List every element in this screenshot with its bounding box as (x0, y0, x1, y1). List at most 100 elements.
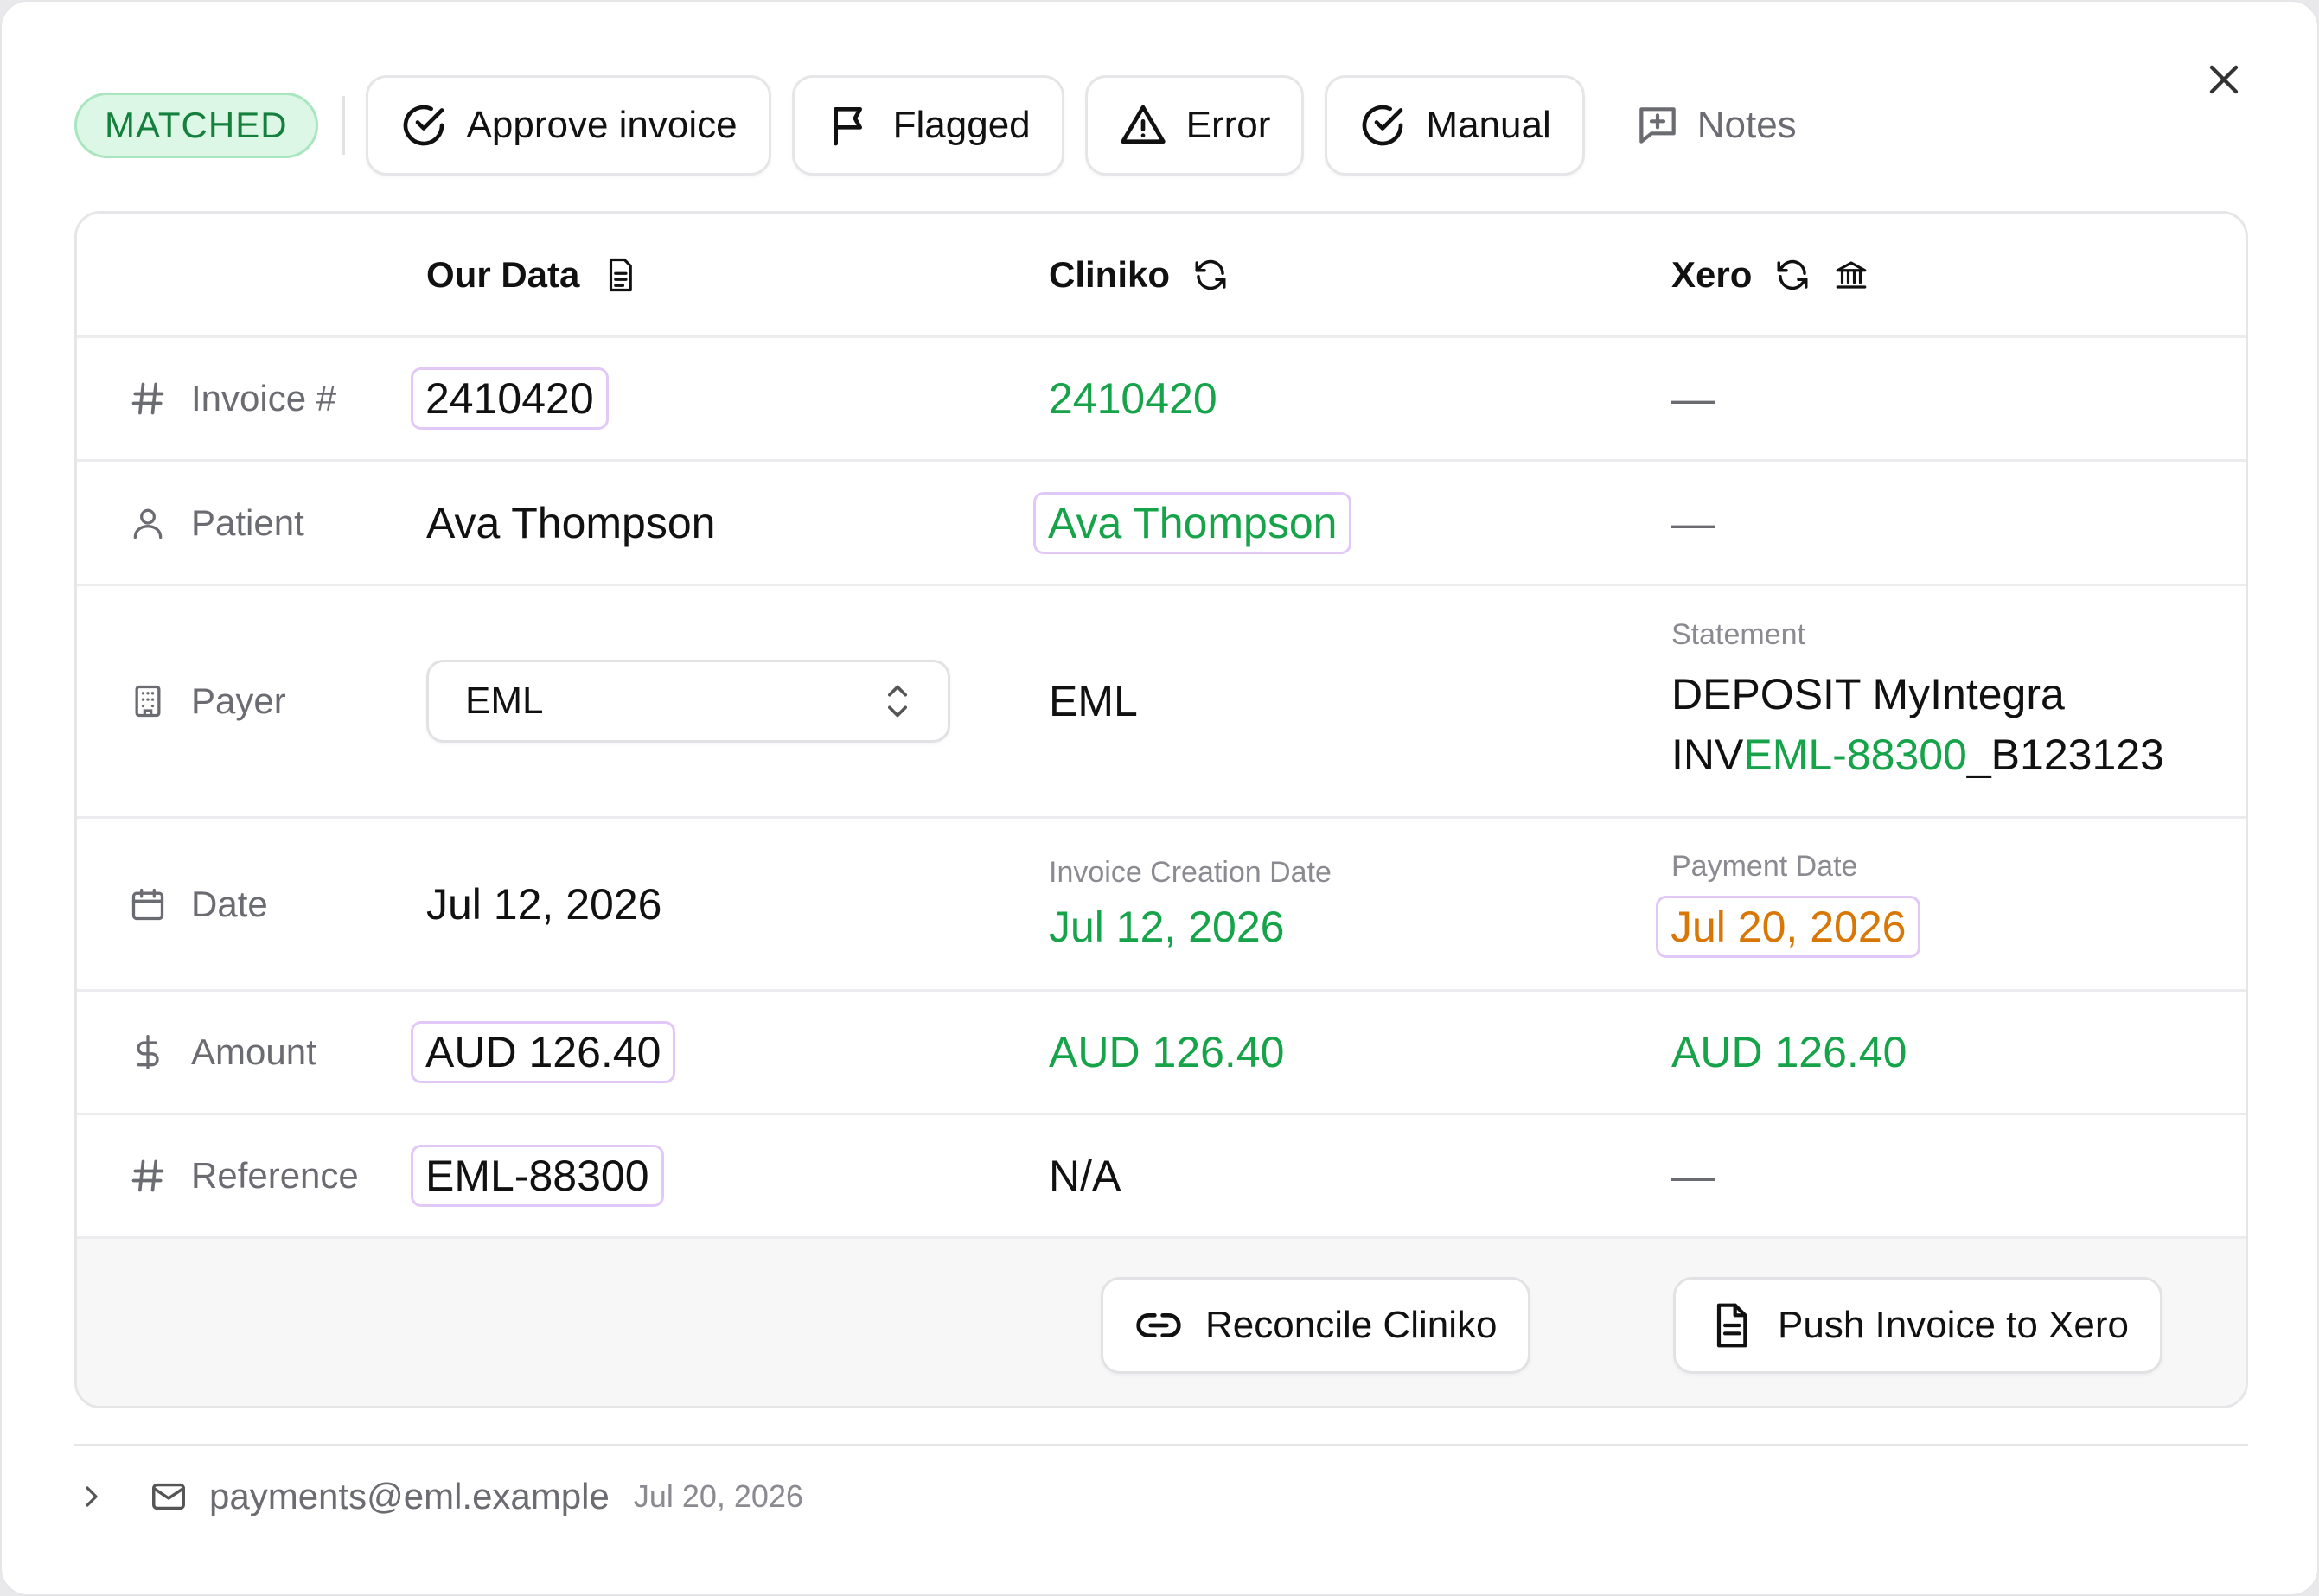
cliniko-date-value: Jul 12, 2026 (1049, 903, 1285, 951)
payer-select[interactable]: EML (426, 660, 950, 743)
reference-label: Reference (191, 1155, 359, 1196)
refresh-icon[interactable] (1774, 257, 1811, 293)
row-label-date: Date (129, 819, 423, 989)
cliniko-date-cell: Invoice Creation Date Jul 12, 2026 (1049, 819, 1654, 989)
row-label-amount: Amount (129, 992, 423, 1113)
xero-statement-text: DEPOSIT MyIntegra INVEML-88300_B123123 (1671, 664, 2242, 785)
flagged-button[interactable]: Flagged (791, 75, 1064, 176)
payment-date-label: Payment Date (1671, 850, 1858, 883)
divider (74, 1444, 2248, 1446)
toolbar-divider (342, 96, 345, 155)
statement-match: EML-88300 (1743, 730, 1967, 779)
xero-date-cell: Payment Date Jul 20, 2026 (1656, 819, 2242, 989)
row-label-invoice: Invoice # (129, 338, 423, 459)
email-date: Jul 20, 2026 (633, 1478, 803, 1514)
approve-invoice-button[interactable]: Approve invoice (365, 75, 771, 176)
xero-reference-cell: — (1671, 1115, 2242, 1236)
close-icon (2209, 65, 2239, 94)
manual-label: Manual (1426, 104, 1551, 146)
xero-reference-value: — (1671, 1152, 1715, 1200)
notes-button[interactable]: Notes (1633, 101, 1797, 150)
check-circle-icon (1363, 105, 1403, 146)
our-amount-cell: AUD 126.40 (411, 992, 1032, 1113)
statement-line-1: DEPOSIT MyIntegra (1671, 669, 2065, 718)
dollar-icon (137, 1035, 159, 1069)
toolbar: MATCHED Approve invoice Flagged Error Ma… (74, 74, 1797, 176)
xero-date-value[interactable]: Jul 20, 2026 (1656, 896, 1921, 958)
chevron-right-icon[interactable] (74, 1479, 109, 1514)
link-icon (1136, 1313, 1181, 1337)
statement-prefix: INV (1671, 730, 1744, 779)
email-thread-row[interactable]: payments@eml.example Jul 20, 2026 (74, 1466, 803, 1527)
cliniko-title: Cliniko (1049, 253, 1171, 295)
amount-label: Amount (191, 1031, 316, 1072)
date-label: Date (191, 883, 268, 924)
note-plus-icon (1639, 107, 1676, 144)
our-payer-cell: EML (426, 586, 1032, 816)
table-row-invoice: Invoice # 2410420 2410420 — (77, 338, 2246, 462)
xero-title: Xero (1671, 253, 1753, 295)
error-button[interactable]: Error (1084, 75, 1305, 176)
bank-icon[interactable] (1833, 257, 1869, 293)
our-date-value: Jul 12, 2026 (426, 879, 662, 929)
row-label-patient: Patient (129, 462, 423, 584)
cliniko-invoice-value: 2410420 (1049, 374, 1217, 423)
our-patient-cell: Ava Thompson (426, 462, 1032, 584)
flagged-label: Flagged (892, 104, 1031, 146)
cliniko-reference-cell: N/A (1049, 1115, 1654, 1236)
column-header-cliniko: Cliniko (1049, 214, 1654, 335)
cliniko-payer-cell: EML (1049, 586, 1654, 816)
xero-statement-label: Statement (1671, 617, 1805, 651)
our-invoice-value[interactable]: 2410420 (411, 367, 609, 430)
close-button[interactable] (2200, 55, 2248, 104)
document-icon (1716, 1303, 1747, 1348)
hash-icon (131, 382, 164, 415)
payer-select-value: EML (465, 680, 544, 722)
our-invoice-cell: 2410420 (411, 338, 1032, 459)
our-amount-value[interactable]: AUD 126.40 (411, 1021, 676, 1083)
flag-icon (833, 107, 862, 146)
comparison-table: Our Data Cliniko Xero Invoice # 2410420 (74, 211, 2248, 1408)
cliniko-amount-value: AUD 126.40 (1049, 1028, 1285, 1076)
warning-triangle-icon (1120, 105, 1166, 144)
our-reference-value[interactable]: EML-88300 (411, 1145, 664, 1207)
notes-label: Notes (1696, 104, 1797, 146)
chevron-updown-icon (888, 685, 907, 718)
push-invoice-label: Push Invoice to Xero (1778, 1304, 2130, 1346)
our-reference-cell: EML-88300 (411, 1115, 1032, 1236)
xero-patient-cell: — (1671, 462, 2242, 584)
row-label-reference: Reference (129, 1115, 423, 1236)
reconcile-cliniko-label: Reconcile Cliniko (1205, 1304, 1498, 1346)
table-row-payer: Payer EML EML Statement DEPOSIT MyIntegr… (77, 586, 2246, 819)
error-label: Error (1185, 104, 1271, 146)
manual-button[interactable]: Manual (1325, 75, 1585, 176)
cliniko-reference-value: N/A (1049, 1152, 1121, 1200)
invoice-creation-date-label: Invoice Creation Date (1049, 856, 1332, 889)
xero-invoice-cell: — (1671, 338, 2242, 459)
cliniko-patient-value[interactable]: Ava Thompson (1033, 491, 1352, 554)
invoice-detail-window: MATCHED Approve invoice Flagged Error Ma… (0, 0, 2319, 1596)
invoice-label: Invoice # (191, 378, 337, 418)
table-header: Our Data Cliniko Xero (77, 214, 2246, 338)
table-row-amount: Amount AUD 126.40 AUD 126.40 AUD 126.40 (77, 992, 2246, 1115)
cliniko-amount-cell: AUD 126.40 (1049, 992, 1654, 1113)
mail-icon (152, 1483, 185, 1510)
payer-label: Payer (191, 680, 286, 721)
table-row-date: Date Jul 12, 2026 Invoice Creation Date … (77, 819, 2246, 992)
push-invoice-to-xero-button[interactable]: Push Invoice to Xero (1673, 1277, 2163, 1374)
reconcile-cliniko-button[interactable]: Reconcile Cliniko (1101, 1277, 1531, 1374)
xero-invoice-value: — (1671, 374, 1715, 423)
xero-payer-cell: Statement DEPOSIT MyIntegra INVEML-88300… (1671, 586, 2242, 816)
refresh-icon[interactable] (1192, 257, 1229, 293)
cliniko-payer-value: EML (1049, 677, 1138, 725)
xero-patient-value: — (1671, 498, 1715, 547)
user-icon (133, 508, 163, 539)
column-header-xero: Xero (1671, 214, 2242, 335)
document-icon (610, 258, 633, 291)
xero-amount-cell: AUD 126.40 (1671, 992, 2242, 1113)
statement-line-2: INVEML-88300_B123123 (1671, 725, 2242, 785)
email-address: payments@eml.example (209, 1476, 610, 1516)
check-circle-icon (403, 105, 444, 146)
column-header-our-data: Our Data (426, 214, 1032, 335)
hash-icon (131, 1159, 164, 1192)
